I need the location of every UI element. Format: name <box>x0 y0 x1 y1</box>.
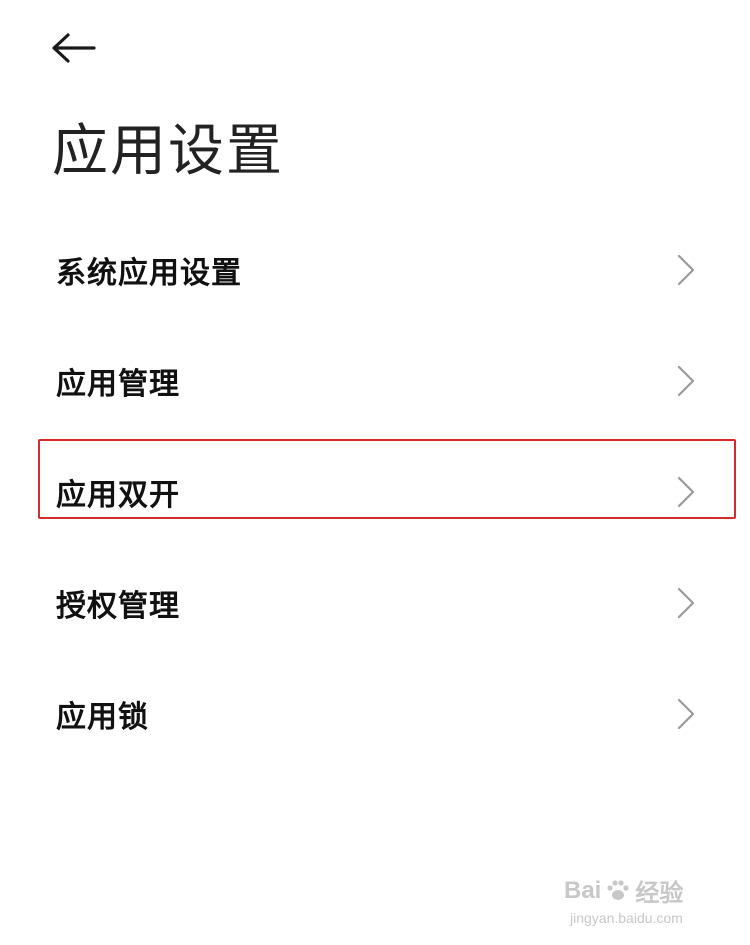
chevron-right-icon <box>677 698 695 729</box>
chevron-right-icon <box>677 587 695 618</box>
back-button[interactable] <box>52 24 108 72</box>
chevron-right-icon <box>677 365 695 396</box>
menu-item-permission-management[interactable]: 授权管理 <box>0 547 750 658</box>
menu-item-system-app-settings[interactable]: 系统应用设置 <box>0 214 750 325</box>
menu-item-dual-apps[interactable]: 应用双开 <box>0 436 750 547</box>
menu-item-label: 系统应用设置 <box>56 255 242 291</box>
page-title: 应用设置 <box>52 119 284 184</box>
watermark-brand-suffix: 经验 <box>635 880 684 907</box>
chevron-right-icon <box>677 254 695 285</box>
arrow-left-icon <box>52 33 96 63</box>
menu-item-label: 应用管理 <box>56 366 180 402</box>
settings-menu: 系统应用设置 应用管理 应用双开 授权管理 应用锁 <box>0 214 750 769</box>
menu-item-label: 应用双开 <box>56 477 180 513</box>
menu-item-label: 应用锁 <box>56 699 149 735</box>
watermark-url: jingyan.baidu.com <box>570 910 683 926</box>
menu-item-app-management[interactable]: 应用管理 <box>0 325 750 436</box>
watermark: Bai 经验 jingyan.baidu.com <box>564 873 714 933</box>
menu-item-label: 授权管理 <box>56 588 180 624</box>
menu-item-app-lock[interactable]: 应用锁 <box>0 658 750 769</box>
paw-icon <box>607 879 629 900</box>
watermark-brand: Bai <box>564 876 602 904</box>
chevron-right-icon <box>677 476 695 507</box>
